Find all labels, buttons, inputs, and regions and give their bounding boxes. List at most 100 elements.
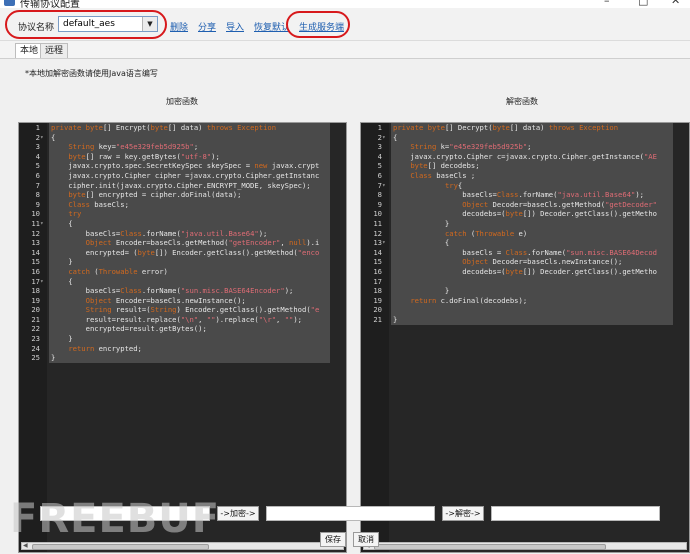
fold-toggle-icon[interactable]: ▾ bbox=[382, 181, 388, 191]
tab-local[interactable]: 本地 bbox=[15, 43, 44, 58]
encrypt-code-line: 15 } bbox=[31, 257, 346, 267]
fold-toggle-icon[interactable]: ▾ bbox=[40, 133, 46, 143]
share-link[interactable]: 分享 bbox=[198, 20, 216, 33]
encrypt-code-line: 21 result=result.replace("\n", "").repla… bbox=[31, 314, 346, 325]
restore-default-link[interactable]: 恢复默认 bbox=[254, 20, 290, 33]
decrypt-code-line: 6 Class baseCls ; bbox=[378, 170, 689, 181]
encrypt-code-line: 18 baseCls=Class.forName("sun.misc.BASE6… bbox=[31, 286, 346, 296]
code-text: result=result.replace("\n", "").replace(… bbox=[51, 314, 303, 324]
ciphertext-input[interactable] bbox=[266, 506, 435, 521]
window-title: 传输协议配置 bbox=[20, 0, 80, 8]
decrypt-code-line: 21} bbox=[373, 314, 689, 325]
code-text: try bbox=[68, 209, 82, 219]
line-number: 14 bbox=[31, 247, 40, 257]
encrypt-code-line: 11 ▾ { bbox=[31, 218, 346, 229]
fold-toggle-icon[interactable]: ▾ bbox=[40, 277, 46, 287]
decrypt-code-line: 13 ▾ { bbox=[373, 238, 689, 248]
line-number: 2 bbox=[377, 132, 382, 142]
line-number: 19 bbox=[373, 295, 382, 305]
maximize-button[interactable]: □ bbox=[638, 0, 648, 7]
code-text: String result=(String) Encoder.getClass(… bbox=[85, 305, 320, 315]
main-panel: *本地加解密函数请使用Java语言编写 加密函数 解密函数 1 private b… bbox=[0, 59, 690, 554]
scroll-thumb[interactable] bbox=[32, 544, 209, 550]
close-button[interactable]: ✕ bbox=[671, 0, 680, 7]
code-text: } bbox=[51, 257, 73, 267]
delete-link[interactable]: 删除 bbox=[170, 20, 188, 33]
line-number: 20 bbox=[31, 305, 40, 315]
line-number: 6 bbox=[377, 170, 382, 180]
line-number: 6 bbox=[35, 170, 40, 180]
decrypt-code-line: 17 bbox=[373, 277, 689, 287]
save-button[interactable]: 保存 bbox=[320, 532, 346, 547]
code-text: } bbox=[393, 286, 450, 296]
decrypt-code-line: 19 return c.doFinal(decodebs); bbox=[373, 296, 689, 306]
code-text: baseCls = Class.forName("sun.misc.BASE64… bbox=[393, 247, 657, 257]
encrypt-button[interactable]: ->加密-> bbox=[217, 506, 259, 521]
encrypt-code-line: 24 return encrypted; bbox=[31, 344, 346, 354]
encrypt-code-line: 23 } bbox=[31, 334, 346, 344]
line-number: 17 bbox=[31, 276, 40, 286]
tab-bar: 本地 远程 bbox=[0, 41, 690, 59]
code-text: } bbox=[393, 314, 398, 324]
line-number: 3 bbox=[377, 142, 382, 152]
code-text: javax.crypto.Cipher cipher =javax.crypto… bbox=[51, 170, 320, 180]
decrypt-code-line: 14 baseCls = Class.forName("sun.misc.BAS… bbox=[373, 247, 689, 258]
decrypt-code-line: 1 private byte[] Decrypt(byte[] data) thr… bbox=[378, 123, 689, 133]
decrypt-code-line: 16 decodebs=(byte[]) Decoder.getClass().… bbox=[373, 267, 689, 277]
code-text: encrypted= (byte[]) Encoder.getClass().g… bbox=[51, 247, 320, 257]
encrypt-code-line: 2 ▾ { bbox=[36, 133, 346, 143]
line-number: 18 bbox=[31, 286, 40, 296]
line-number: 5 bbox=[377, 161, 382, 171]
code-text: Class baseCls ; bbox=[410, 170, 476, 180]
line-number: 10 bbox=[373, 209, 382, 219]
fold-toggle-icon[interactable]: ▾ bbox=[40, 219, 46, 229]
cancel-button[interactable]: 取消 bbox=[353, 532, 379, 547]
import-link[interactable]: 导入 bbox=[226, 20, 244, 33]
line-number: 13 bbox=[373, 238, 382, 248]
encrypt-code-line: 3 String key="e45e329feb5d925b"; bbox=[36, 142, 346, 152]
decrypted-output[interactable] bbox=[491, 506, 660, 521]
encrypt-code-line: 22 encrypted=result.getBytes(); bbox=[31, 324, 346, 334]
line-number: 18 bbox=[373, 286, 382, 296]
decrypt-code-line: 10 decodebs=(byte[]) Decoder.getClass().… bbox=[373, 209, 689, 219]
line-number: 3 bbox=[35, 142, 40, 152]
line-number: 11 bbox=[373, 218, 382, 228]
decrypt-code-line: 2 ▾ { bbox=[378, 133, 689, 143]
horizontal-scrollbar[interactable]: ◀ bbox=[363, 542, 687, 550]
decrypt-code-editor[interactable]: 1 private byte[] Decrypt(byte[] data) thr… bbox=[360, 122, 690, 553]
line-number: 19 bbox=[31, 295, 40, 305]
code-text: { bbox=[393, 238, 450, 248]
freebuf-watermark: FREEBUF bbox=[10, 496, 221, 542]
code-text: Object Decoder=baseCls.getMethod("getDec… bbox=[462, 199, 657, 209]
decrypt-code-line: 8 baseCls=Class.forName("java.util.Base6… bbox=[378, 190, 689, 200]
encrypt-code-line: 7 cipher.init(javax.crypto.Cipher.ENCRYP… bbox=[36, 180, 346, 191]
tab-remote[interactable]: 远程 bbox=[40, 43, 69, 58]
code-text: { bbox=[51, 218, 73, 228]
horizontal-scrollbar[interactable]: ◀ bbox=[21, 542, 344, 550]
decrypt-button[interactable]: ->解密-> bbox=[442, 506, 484, 521]
line-number: 22 bbox=[31, 324, 40, 334]
decrypt-code-line: 11 } bbox=[373, 219, 689, 229]
line-number: 24 bbox=[31, 343, 40, 353]
scroll-thumb[interactable] bbox=[374, 544, 606, 550]
encrypt-code-line: 5 javax.crypto.spec.SecretKeySpec skeySp… bbox=[36, 161, 346, 171]
line-number: 17 bbox=[373, 276, 382, 286]
encrypt-code-line: 6 javax.crypto.Cipher cipher =javax.cryp… bbox=[36, 170, 346, 181]
code-text: Object Encoder=baseCls.newInstance(); bbox=[85, 295, 246, 305]
line-number: 9 bbox=[377, 199, 382, 209]
fold-toggle-icon[interactable]: ▾ bbox=[382, 133, 388, 143]
title-bar: 传输协议配置 – □ ✕ bbox=[0, 0, 690, 8]
code-text: javax.crypto.spec.SecretKeySpec skeySpec… bbox=[51, 161, 320, 171]
encrypt-code-line: 14 encrypted= (byte[]) Encoder.getClass(… bbox=[31, 247, 346, 258]
encrypt-code-line: 19 Object Encoder=baseCls.newInstance(); bbox=[31, 295, 346, 306]
code-text: String k="e45e329feb5d925b"; bbox=[410, 142, 532, 152]
scroll-left-icon[interactable]: ◀ bbox=[23, 542, 28, 549]
minimize-button[interactable]: – bbox=[604, 0, 610, 7]
fold-toggle-icon[interactable]: ▾ bbox=[382, 238, 388, 248]
code-text: baseCls=Class.forName("java.util.Base64"… bbox=[393, 190, 644, 200]
code-text: cipher.init(javax.crypto.Cipher.ENCRYPT_… bbox=[51, 180, 311, 190]
java-note: *本地加解密函数请使用Java语言编写 bbox=[25, 69, 158, 78]
annotation-oval-generate bbox=[286, 11, 350, 38]
encrypt-code-editor[interactable]: 1 private byte[] Encrypt(byte[] data) thr… bbox=[18, 122, 347, 553]
line-number: 4 bbox=[377, 151, 382, 161]
